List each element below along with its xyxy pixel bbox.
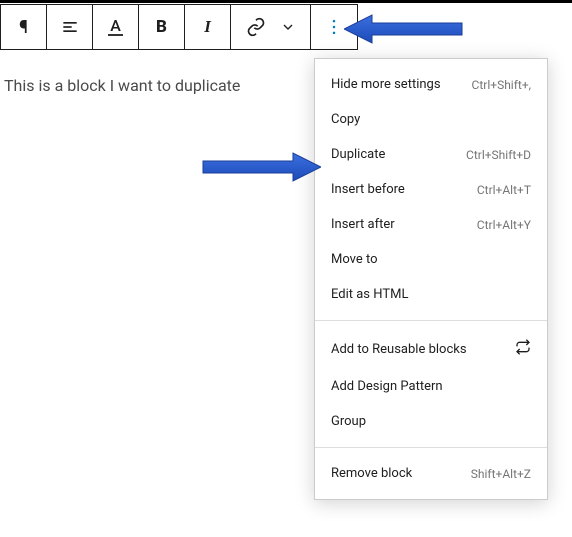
more-options-button[interactable]	[311, 5, 357, 49]
menu-shortcut: Ctrl+Alt+Y	[477, 218, 531, 232]
more-vertical-icon	[324, 17, 344, 37]
menu-item-group[interactable]: Group	[315, 404, 547, 439]
italic-icon: I	[204, 17, 211, 37]
menu-label: Copy	[331, 112, 360, 127]
annotation-arrow-duplicate	[201, 149, 321, 185]
menu-item-duplicate[interactable]: Duplicate Ctrl+Shift+D	[315, 137, 547, 172]
menu-label: Insert before	[331, 182, 405, 197]
reusable-icon	[515, 339, 531, 359]
block-options-dropdown: Hide more settings Ctrl+Shift+, Copy Dup…	[314, 58, 548, 500]
menu-label: Remove block	[331, 466, 412, 481]
bold-icon: B	[156, 17, 167, 37]
link-icon	[246, 17, 266, 37]
window-top-bar	[0, 0, 572, 3]
menu-shortcut: Ctrl+Shift+D	[466, 148, 531, 162]
bold-button[interactable]: B	[139, 5, 185, 49]
paragraph-icon: ¶	[19, 17, 28, 38]
menu-label: Hide more settings	[331, 77, 441, 92]
menu-label: Insert after	[331, 217, 395, 232]
menu-shortcut: Ctrl+Alt+T	[477, 183, 531, 197]
menu-label: Edit as HTML	[331, 287, 408, 302]
menu-section-1: Hide more settings Ctrl+Shift+, Copy Dup…	[315, 59, 547, 321]
menu-label: Add Design Pattern	[331, 379, 443, 394]
menu-item-add-reusable[interactable]: Add to Reusable blocks	[315, 329, 547, 369]
block-toolbar: ¶ A B I	[0, 4, 358, 50]
menu-shortcut: Shift+Alt+Z	[471, 467, 531, 481]
chevron-down-icon	[280, 19, 296, 35]
menu-label: Add to Reusable blocks	[331, 342, 467, 357]
text-color-button[interactable]: A	[93, 5, 139, 49]
paragraph-type-button[interactable]: ¶	[1, 5, 47, 49]
align-left-icon	[60, 17, 80, 37]
menu-item-move-to[interactable]: Move to	[315, 242, 547, 277]
annotation-arrow-more-button	[344, 11, 464, 47]
align-button[interactable]	[47, 5, 93, 49]
menu-item-edit-as-html[interactable]: Edit as HTML	[315, 277, 547, 312]
link-dropdown-button[interactable]	[231, 5, 311, 49]
text-color-icon: A	[108, 18, 123, 36]
menu-label: Group	[331, 414, 366, 429]
menu-item-add-design-pattern[interactable]: Add Design Pattern	[315, 369, 547, 404]
menu-label: Duplicate	[331, 147, 385, 162]
menu-section-2: Add to Reusable blocks Add Design Patter…	[315, 321, 547, 448]
italic-button[interactable]: I	[185, 5, 231, 49]
menu-item-copy[interactable]: Copy	[315, 102, 547, 137]
menu-item-hide-more-settings[interactable]: Hide more settings Ctrl+Shift+,	[315, 67, 547, 102]
menu-item-remove-block[interactable]: Remove block Shift+Alt+Z	[315, 456, 547, 491]
menu-label: Move to	[331, 252, 378, 267]
menu-item-insert-after[interactable]: Insert after Ctrl+Alt+Y	[315, 207, 547, 242]
menu-shortcut: Ctrl+Shift+,	[472, 78, 531, 92]
menu-section-3: Remove block Shift+Alt+Z	[315, 448, 547, 499]
menu-item-insert-before[interactable]: Insert before Ctrl+Alt+T	[315, 172, 547, 207]
